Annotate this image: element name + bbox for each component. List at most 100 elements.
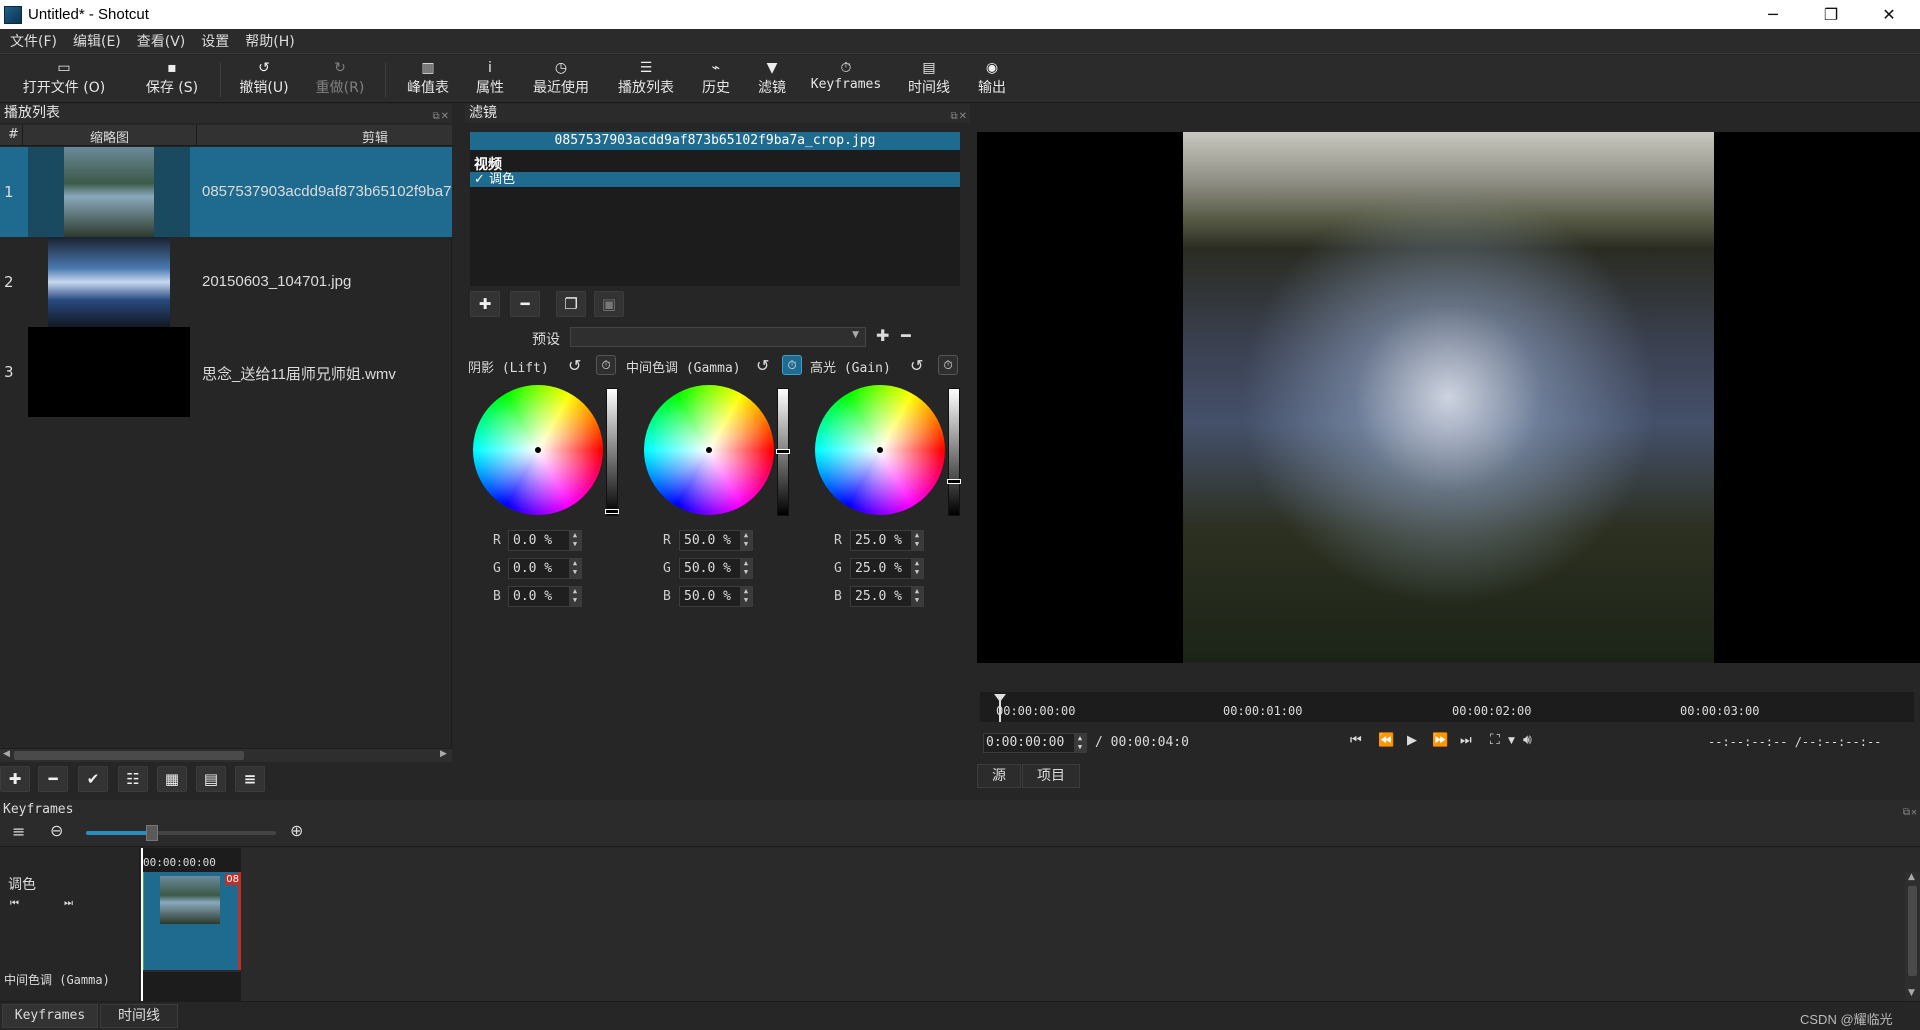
- peak-meter-button[interactable]: ▥ 峰值表: [402, 59, 454, 99]
- fast-forward-icon[interactable]: ⏩: [1432, 733, 1448, 748]
- update-clip-button[interactable]: ✔: [78, 766, 108, 792]
- export-button[interactable]: ◉ 输出: [972, 59, 1012, 99]
- menu-edit[interactable]: 编辑(E): [73, 31, 121, 51]
- icon-view-button[interactable]: ▦: [157, 766, 187, 792]
- paste-filter-button[interactable]: ▣: [594, 291, 624, 317]
- maximize-button[interactable]: ❐: [1802, 0, 1860, 29]
- menu-settings[interactable]: 设置: [201, 31, 229, 51]
- save-preset-button[interactable]: ✚: [876, 326, 889, 345]
- detail-view-button[interactable]: ☷: [118, 766, 148, 792]
- keyframes-button[interactable]: ⏱ Keyframes: [806, 59, 886, 99]
- keyframes-menu-icon[interactable]: ≡: [12, 822, 25, 841]
- attached-filters-list[interactable]: 视频 ✓ 调色: [470, 150, 960, 286]
- zoom-in-icon[interactable]: ⊕: [290, 821, 303, 840]
- slider-handle[interactable]: [776, 449, 790, 454]
- gamma-g-spinbox[interactable]: 50.0 % ▲ ▼: [679, 558, 753, 579]
- timecode-ruler[interactable]: 00:00:00:00 00:00:01:00 00:00:02:00 00:0…: [980, 692, 1914, 722]
- keyframe-ruler[interactable]: 00:00:00:00: [141, 848, 241, 872]
- gain-keyframe-button[interactable]: ⏱: [938, 355, 958, 375]
- playlist-button[interactable]: ☰ 播放列表: [612, 59, 680, 99]
- keyframe-clip[interactable]: 08: [141, 872, 241, 970]
- lift-g-spinbox[interactable]: 0.0 % ▲ ▼: [508, 558, 582, 579]
- slider-handle[interactable]: [947, 479, 961, 484]
- tab-project[interactable]: 项目: [1022, 764, 1080, 788]
- spin-arrows-icon[interactable]: ▲ ▼: [740, 587, 752, 606]
- gamma-keyframe-lane[interactable]: [141, 972, 241, 1001]
- playlist-row[interactable]: 1 0857537903acdd9af873b65102f9ba7a_crop.…: [0, 147, 452, 237]
- spin-arrows-icon[interactable]: ▲ ▼: [569, 559, 581, 578]
- open-file-button[interactable]: ▭ 打开文件 (O): [14, 59, 114, 99]
- add-clip-button[interactable]: ✚: [0, 766, 30, 792]
- dock-float-close-icons[interactable]: ⧉✕: [950, 107, 968, 126]
- save-button[interactable]: ▪ 保存 (S): [136, 59, 208, 99]
- scroll-right-icon[interactable]: ▶: [440, 749, 447, 759]
- menu-file[interactable]: 文件(F): [10, 31, 57, 51]
- spin-arrows-icon[interactable]: ▲ ▼: [740, 531, 752, 550]
- scroll-down-icon[interactable]: ▼: [1908, 988, 1915, 998]
- tab-source[interactable]: 源: [977, 764, 1021, 788]
- close-button[interactable]: ✕: [1860, 0, 1918, 29]
- position-timecode[interactable]: 0:00:00:00 ▲ ▼: [983, 733, 1087, 753]
- checkbox-checked-icon[interactable]: ✓: [474, 172, 485, 187]
- scroll-up-icon[interactable]: ▲: [1908, 872, 1915, 882]
- skip-next-icon[interactable]: ⏭: [1460, 733, 1472, 748]
- lift-color-wheel[interactable]: [473, 385, 603, 515]
- spin-arrows-icon[interactable]: ▲ ▼: [911, 531, 923, 550]
- scroll-left-icon[interactable]: ◀: [3, 749, 10, 759]
- scrollbar-thumb[interactable]: [1908, 886, 1917, 976]
- skip-previous-icon[interactable]: ⏮: [1350, 733, 1362, 748]
- next-keyframe-icon[interactable]: ⏭: [64, 898, 73, 909]
- menu-view[interactable]: 查看(V): [137, 31, 186, 51]
- keyframe-playhead[interactable]: [141, 848, 143, 1001]
- zoom-slider[interactable]: [86, 825, 276, 841]
- prev-keyframe-icon[interactable]: ⏮: [10, 898, 19, 909]
- col-clip[interactable]: 剪辑: [362, 127, 388, 146]
- spin-arrows-icon[interactable]: ▲ ▼: [569, 587, 581, 606]
- menu-help[interactable]: 帮助(H): [245, 31, 294, 51]
- tiled-view-button[interactable]: ▤: [196, 766, 226, 792]
- playlist-row[interactable]: 3 思念_送给11届师兄师姐.wmv: [0, 327, 452, 417]
- lift-reset-icon[interactable]: ↺: [568, 356, 581, 375]
- scrollbar-thumb[interactable]: [14, 751, 244, 760]
- minimize-button[interactable]: ─: [1744, 0, 1802, 29]
- properties-button[interactable]: i 属性: [470, 59, 510, 99]
- recent-button[interactable]: ◷ 最近使用: [528, 59, 594, 99]
- wheel-picker[interactable]: [535, 447, 541, 453]
- gain-color-wheel[interactable]: [815, 385, 945, 515]
- gain-g-spinbox[interactable]: 25.0 % ▲ ▼: [850, 558, 924, 579]
- tab-keyframes[interactable]: Keyframes: [2, 1004, 98, 1028]
- spin-arrows-icon[interactable]: ▲ ▼: [911, 559, 923, 578]
- playlist-menu-button[interactable]: ≡: [235, 766, 265, 792]
- wheel-picker[interactable]: [877, 447, 883, 453]
- history-button[interactable]: ⌁ 历史: [696, 59, 736, 99]
- lift-level-slider[interactable]: [605, 388, 619, 516]
- playlist-row[interactable]: 2 20150603_104701.jpg: [0, 237, 452, 327]
- col-thumbnail[interactable]: 缩略图: [90, 127, 129, 146]
- filters-button[interactable]: ▼ 滤镜: [752, 59, 792, 99]
- tab-timeline[interactable]: 时间线: [100, 1004, 178, 1028]
- playlist-h-scrollbar[interactable]: ◀ ▶: [0, 748, 452, 762]
- undo-button[interactable]: ↺ 撤销(U): [234, 59, 294, 99]
- lift-keyframe-button[interactable]: ⏱: [596, 355, 616, 375]
- lift-b-spinbox[interactable]: 0.0 % ▲ ▼: [508, 586, 582, 607]
- timeline-button[interactable]: ▤ 时间线: [904, 59, 954, 99]
- gain-level-slider[interactable]: [947, 388, 961, 516]
- lift-r-spinbox[interactable]: 0.0 % ▲ ▼: [508, 530, 582, 551]
- gamma-color-wheel[interactable]: [644, 385, 774, 515]
- add-filter-button[interactable]: ✚: [470, 291, 500, 317]
- gain-r-spinbox[interactable]: 25.0 % ▲ ▼: [850, 530, 924, 551]
- filter-item-color-grading[interactable]: ✓ 调色: [470, 172, 960, 187]
- slider-handle[interactable]: [605, 509, 619, 514]
- preset-dropdown[interactable]: ▼: [570, 327, 866, 347]
- col-number[interactable]: #: [8, 127, 19, 142]
- spin-arrows-icon[interactable]: ▲ ▼: [740, 559, 752, 578]
- copy-filter-button[interactable]: ❐: [556, 291, 586, 317]
- zoom-out-icon[interactable]: ⊖: [50, 821, 63, 840]
- play-icon[interactable]: ▶: [1407, 733, 1417, 748]
- redo-button[interactable]: ↻ 重做(R): [310, 59, 370, 99]
- keyframes-v-scrollbar[interactable]: ▲ ▼: [1905, 872, 1920, 1001]
- slider-handle[interactable]: [146, 825, 158, 841]
- gamma-keyframe-button[interactable]: ⏱: [782, 355, 802, 375]
- gamma-level-slider[interactable]: [776, 388, 790, 516]
- spin-arrows-icon[interactable]: ▲ ▼: [911, 587, 923, 606]
